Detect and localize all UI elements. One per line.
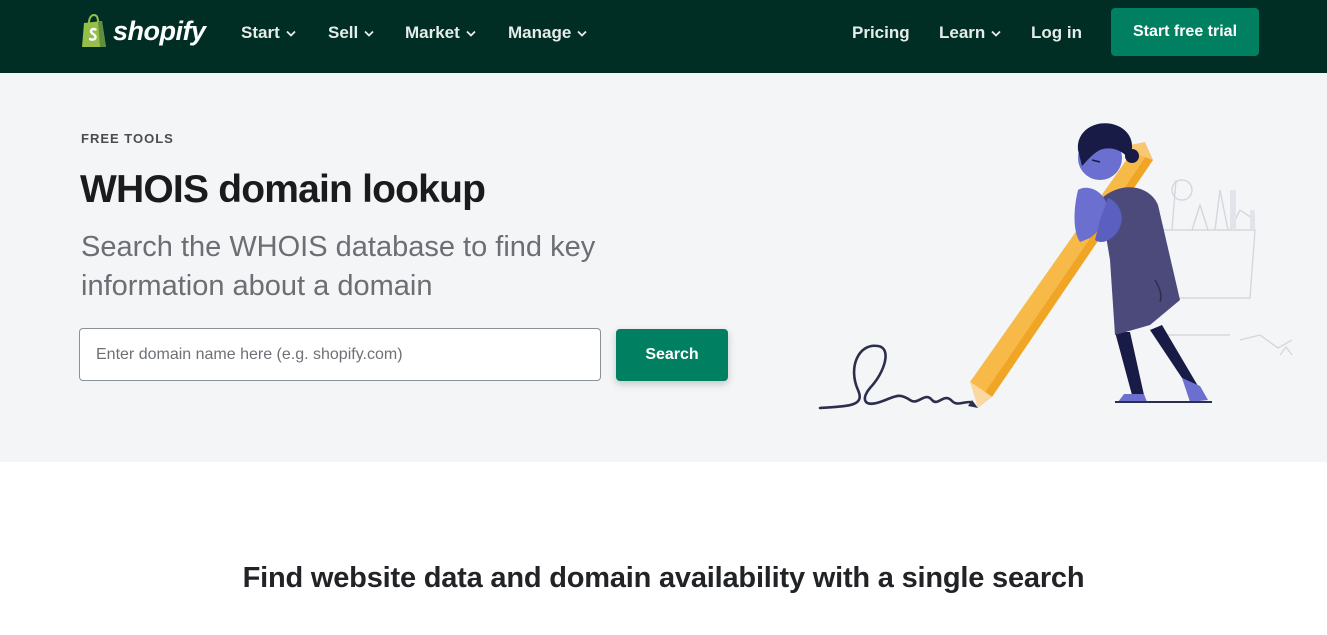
- chevron-down-icon: [466, 30, 476, 37]
- shopify-logo[interactable]: shopify: [80, 13, 206, 49]
- nav-link-label: Pricing: [852, 23, 910, 42]
- top-navigation: shopify Start Sell Market Manage Pricing…: [0, 0, 1327, 73]
- page-subtitle: Search the WHOIS database to find key in…: [81, 231, 596, 302]
- nav-menu-label: Market: [405, 23, 460, 42]
- domain-search-input[interactable]: [79, 328, 601, 381]
- nav-menu-label: Learn: [939, 23, 986, 42]
- nav-link-label: Log in: [1031, 23, 1082, 42]
- search-button[interactable]: Search: [616, 329, 728, 381]
- nav-link-login[interactable]: Log in: [1031, 22, 1082, 44]
- nav-link-pricing[interactable]: Pricing: [852, 22, 910, 44]
- nav-menu-label: Start: [241, 23, 280, 42]
- nav-menu-label: Manage: [508, 23, 572, 42]
- shopping-bag-logo-icon: [82, 14, 106, 47]
- start-free-trial-button[interactable]: Start free trial: [1111, 8, 1259, 56]
- nav-menu-market[interactable]: Market: [405, 22, 476, 44]
- chevron-down-icon: [286, 30, 296, 37]
- chevron-down-icon: [364, 30, 374, 37]
- nav-menu-manage[interactable]: Manage: [508, 22, 587, 44]
- section-title: Find website data and domain availabilit…: [242, 562, 1085, 594]
- nav-menu-label: Sell: [328, 23, 359, 42]
- nav-menu-learn[interactable]: Learn: [939, 22, 1001, 44]
- person-with-giant-pencil-drawing-illustration: [818, 123, 1293, 410]
- chevron-down-icon: [577, 30, 587, 37]
- nav-menu-start[interactable]: Start: [241, 22, 296, 44]
- page-title: WHOIS domain lookup: [80, 168, 486, 211]
- logo-wordmark: shopify: [113, 15, 206, 46]
- nav-menu-sell[interactable]: Sell: [328, 22, 374, 44]
- chevron-down-icon: [991, 30, 1001, 37]
- eyebrow-label: FREE TOOLS: [81, 131, 174, 146]
